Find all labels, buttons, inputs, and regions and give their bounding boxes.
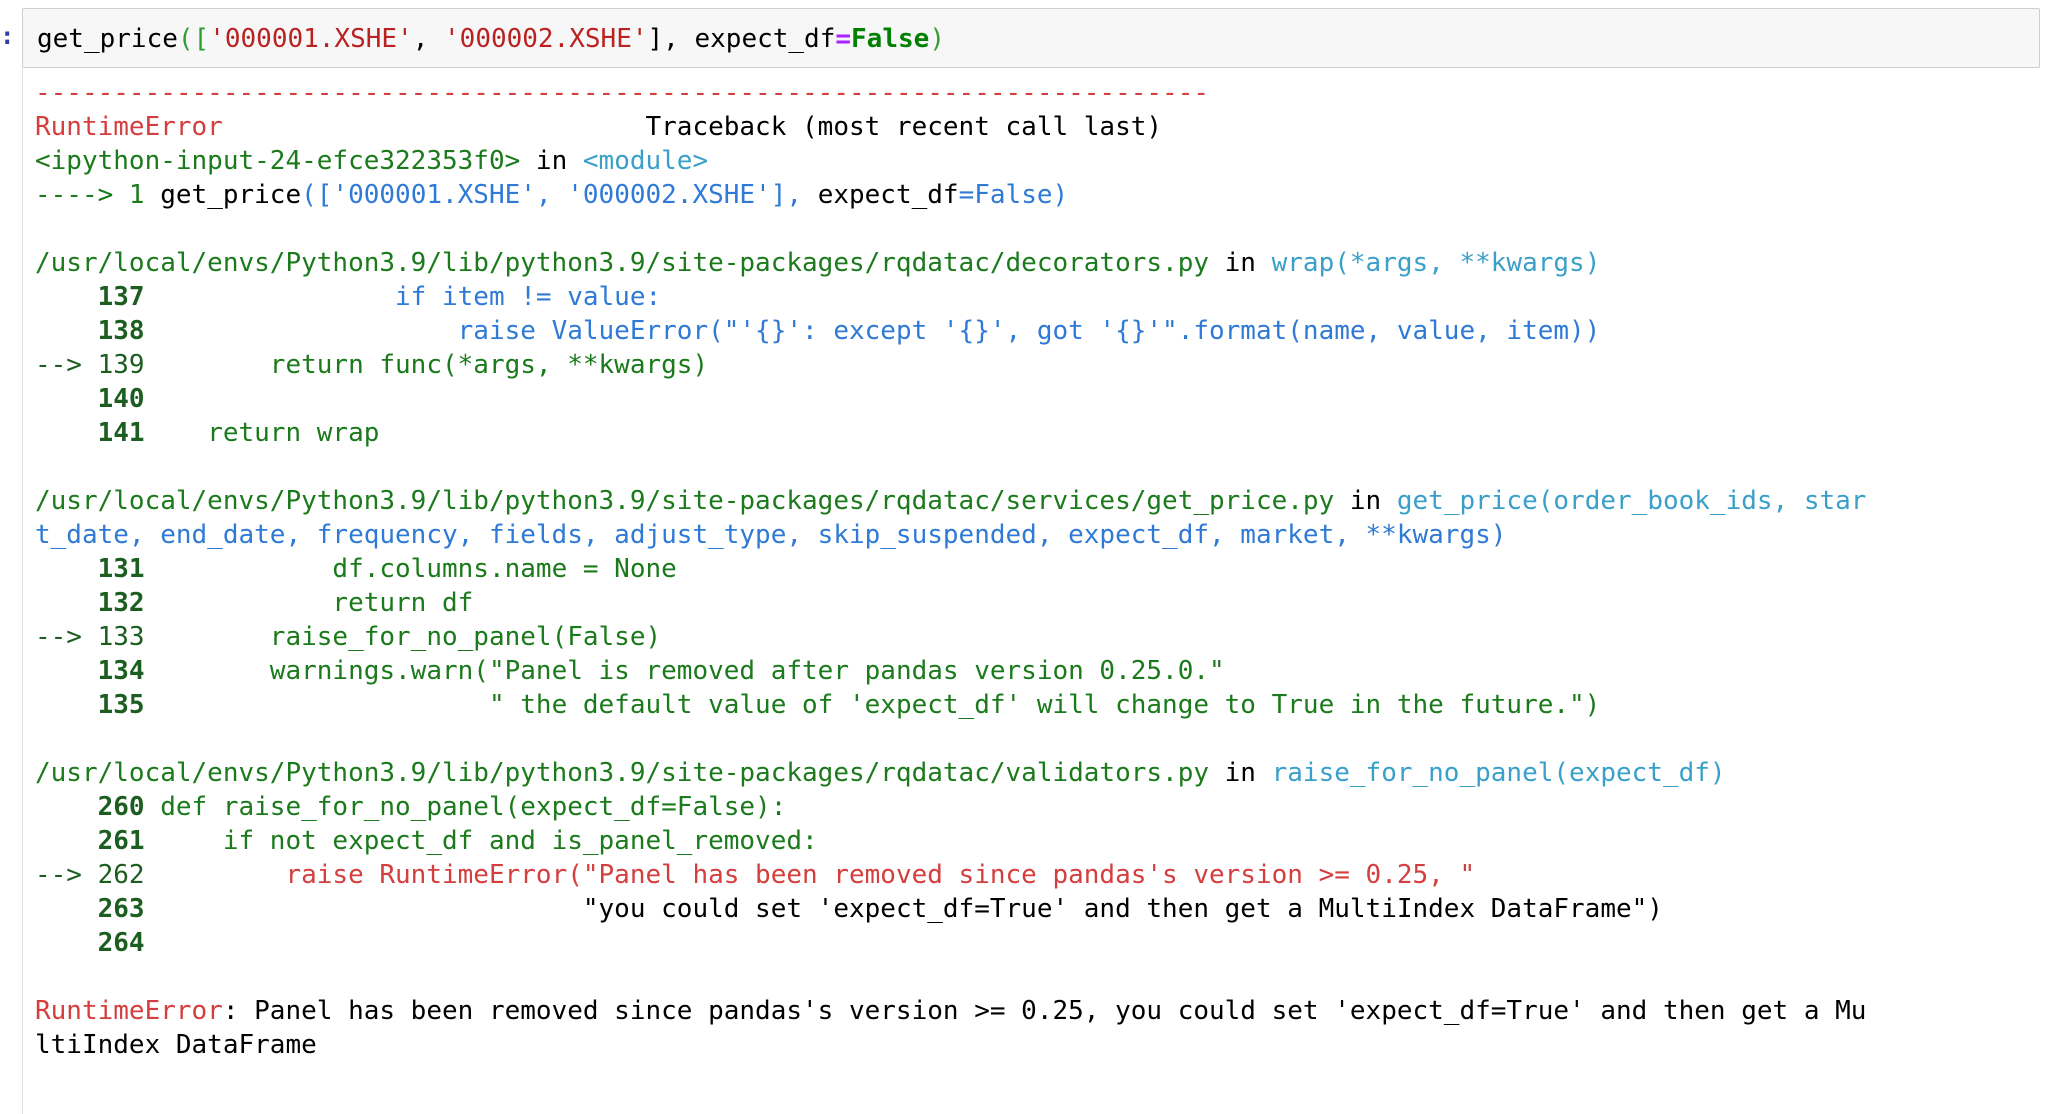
code-text: raise RuntimeError("Panel has been remov… [144, 860, 1476, 890]
code-text: raise_for_no_panel(False) [144, 622, 662, 652]
code-line-133: --> 133 raise_for_no_panel(False) [35, 620, 2040, 654]
input-ref: <ipython-input-24-efce322353f0> [35, 146, 521, 176]
frame1-header: /usr/local/envs/Python3.9/lib/python3.9/… [35, 246, 2040, 280]
code-text: def raise_for_no_panel(expect_df=False): [144, 792, 787, 822]
line-number: 131 [35, 554, 145, 584]
line-number: 138 [35, 316, 145, 346]
frame0-code-e: False [974, 180, 1053, 210]
current-line-arrow: --> 262 [35, 860, 145, 890]
frame0-code-b: (['000001.XSHE', '000002.XSHE'], [301, 180, 818, 210]
frame0-line: ----> 1 get_price(['000001.XSHE', '00000… [35, 178, 2040, 212]
traceback-separator: ----------------------------------------… [35, 78, 1209, 108]
line-number: 132 [35, 588, 145, 618]
current-line-arrow: --> 139 [35, 350, 145, 380]
code-text: "you could set 'expect_df=True' and then… [144, 894, 1663, 924]
code-line-260: 260 def raise_for_no_panel(expect_df=Fal… [35, 790, 2040, 824]
frame3-header: /usr/local/envs/Python3.9/lib/python3.9/… [35, 756, 2040, 790]
code-line-262: --> 262 raise RuntimeError("Panel has be… [35, 858, 2040, 892]
code-line-261: 261 if not expect_df and is_panel_remove… [35, 824, 2040, 858]
frame0-code-f: ) [1052, 180, 1069, 210]
line-number: 140 [35, 384, 145, 414]
line-number: 261 [35, 826, 145, 856]
code-line-135: 135 " the default value of 'expect_df' w… [35, 688, 2040, 722]
code-line-141: 141 return wrap [35, 416, 2040, 450]
in-word: in [1209, 248, 1272, 278]
frame3-path[interactable]: /usr/local/envs/Python3.9/lib/python3.9/… [35, 758, 1209, 788]
code-val: False [851, 24, 930, 54]
code-text: if not expect_df and is_panel_removed: [144, 826, 818, 856]
code-text: df.columns.name = None [144, 554, 677, 584]
code-close: ) [929, 24, 945, 54]
code-kw: expect_df [694, 24, 836, 54]
code-sep: , [412, 24, 445, 54]
header-right: Traceback (most recent call last) [645, 112, 1163, 142]
frame2-header: /usr/local/envs/Python3.9/lib/python3.9/… [35, 484, 2040, 518]
final-error-message: : Panel has been removed since pandas's … [222, 996, 1867, 1026]
code-line-263: 263 "you could set 'expect_df=True' and … [35, 892, 2040, 926]
line-number: 134 [35, 656, 145, 686]
frame2-path[interactable]: /usr/local/envs/Python3.9/lib/python3.9/… [35, 486, 1334, 516]
cell-prompt: : [0, 22, 15, 50]
code-arg2: '000002.XSHE' [444, 24, 648, 54]
code-text: return func(*args, **kwargs) [144, 350, 709, 380]
frame2-header-cont: t_date, end_date, frequency, fields, adj… [35, 520, 1507, 550]
code-line-264: 264 [35, 926, 2040, 960]
code-text: return wrap [144, 418, 380, 448]
code-arg1: '000001.XSHE' [209, 24, 413, 54]
input-frame-ref: <ipython-input-24-efce322353f0> in <modu… [35, 144, 2040, 178]
code-line-137: 137 if item != value: [35, 280, 2040, 314]
in-word: in [1209, 758, 1272, 788]
final-error-name: RuntimeError [35, 996, 223, 1026]
line-number: 263 [35, 894, 145, 924]
code-line-132: 132 return df [35, 586, 2040, 620]
line-number: 137 [35, 282, 145, 312]
code-input-cell[interactable]: get_price(['000001.XSHE', '000002.XSHE']… [22, 8, 2040, 68]
line-number: 260 [35, 792, 145, 822]
error-name: RuntimeError [35, 112, 223, 142]
code-line-131: 131 df.columns.name = None [35, 552, 2040, 586]
code-fn: get_price [37, 24, 178, 54]
line-number: 141 [35, 418, 145, 448]
code-close-list: ], [647, 24, 695, 54]
in-word: in [520, 146, 583, 176]
frame1-path[interactable]: /usr/local/envs/Python3.9/lib/python3.9/… [35, 248, 1209, 278]
code-open: ([ [177, 24, 210, 54]
line-number: 264 [35, 928, 145, 958]
code-text: warnings.warn("Panel is removed after pa… [144, 656, 1225, 686]
final-error-message-cont: ltiIndex DataFrame [35, 1030, 317, 1060]
frame1-func: wrap(*args, **kwargs) [1271, 248, 1601, 278]
frame0-arrow: ----> 1 [35, 180, 161, 210]
frame0-code-a: get_price [160, 180, 302, 210]
code-text: if item != value: [144, 282, 662, 312]
traceback-header: RuntimeError Traceback (most recent call… [35, 110, 2040, 144]
frame3-func: raise_for_no_panel(expect_df) [1271, 758, 1726, 788]
code-text: raise ValueError("'{}': except '{}', got… [144, 316, 1601, 346]
code-line-134: 134 warnings.warn("Panel is removed afte… [35, 654, 2040, 688]
frame0-code-c: expect_df [817, 180, 959, 210]
final-error-line: RuntimeError: Panel has been removed sin… [35, 994, 2040, 1028]
in-word: in [1334, 486, 1397, 516]
code-line-139: --> 139 return func(*args, **kwargs) [35, 348, 2040, 382]
output-area: ----------------------------------------… [22, 68, 2040, 1114]
current-line-arrow: --> 133 [35, 622, 145, 652]
header-gap [223, 112, 646, 142]
code-text: return df [144, 588, 474, 618]
line-number: 135 [35, 690, 145, 720]
code-eq: = [835, 24, 852, 54]
code-line-140: 140 [35, 382, 2040, 416]
frame2-func: get_price(order_book_ids, star [1396, 486, 1867, 516]
module-ref: <module> [582, 146, 709, 176]
traceback: ----------------------------------------… [35, 76, 2040, 1062]
frame0-code-d: = [958, 180, 975, 210]
code-line-138: 138 raise ValueError("'{}': except '{}',… [35, 314, 2040, 348]
code-text: " the default value of 'expect_df' will … [144, 690, 1601, 720]
